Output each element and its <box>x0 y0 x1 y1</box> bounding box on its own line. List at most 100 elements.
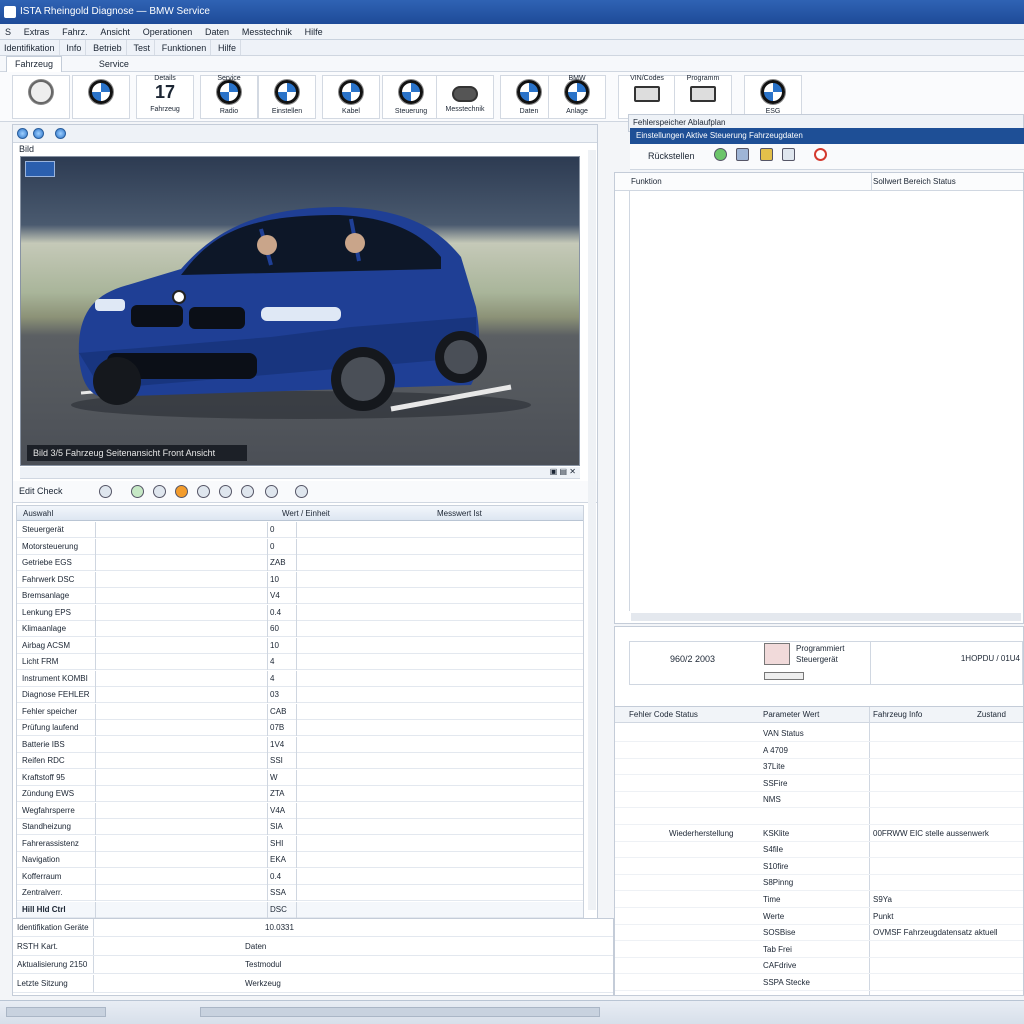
reset-label[interactable]: Rückstellen <box>648 151 695 161</box>
iconbar-button[interactable]: Details 17 Fahrzeug <box>136 75 194 119</box>
table-row[interactable]: Batterie IBS 1V4 <box>17 736 583 753</box>
table-row[interactable]: VAN Status <box>615 725 1023 742</box>
table-row[interactable]: Aktualisierung 2150 Testmodul <box>13 956 613 974</box>
table-row[interactable]: Kraftstoff 95 W <box>17 769 583 786</box>
table-row[interactable]: Reifen RDC SSI <box>17 753 583 769</box>
iconbar-button[interactable]: Kabel <box>322 75 380 119</box>
table-row[interactable]: S8Pinng <box>615 874 1023 892</box>
table-row[interactable]: Diagnose FEHLER 03 <box>17 687 583 703</box>
table-row[interactable]: Airbag ACSM 10 <box>17 637 583 654</box>
toolbar-item[interactable]: Info <box>62 40 87 55</box>
table-row[interactable]: Zündung EWS ZTA <box>17 786 583 802</box>
table-row[interactable]: Wiederherstellung KSKlite 00FRWW EIC stell… <box>615 825 1023 842</box>
shield-icon[interactable] <box>714 148 727 161</box>
table-row[interactable]: S4file <box>615 841 1023 859</box>
table-row[interactable]: Identifikation Geräte 10.0331 <box>13 919 613 937</box>
export-icon[interactable] <box>295 485 308 498</box>
menu-item[interactable]: Operationen <box>138 24 198 39</box>
iconbar-button[interactable]: ESG <box>744 75 802 119</box>
right-area-col1[interactable]: Funktion <box>631 173 662 191</box>
right-area-col2[interactable]: Sollwert Bereich Status <box>873 173 956 191</box>
table-row[interactable]: Navigation EKA <box>17 852 583 868</box>
table-row[interactable]: Klimaanlage 60 <box>17 621 583 637</box>
info-icon[interactable] <box>197 485 210 498</box>
document-icon[interactable] <box>764 643 790 665</box>
table-row[interactable]: RSTH Kart. Daten <box>13 937 613 956</box>
table-row[interactable]: Bremsanlage V4 <box>17 588 583 604</box>
table-row[interactable]: Getriebe EGS ZAB <box>17 555 583 571</box>
table-row[interactable]: Lenkung EPS 0.4 <box>17 604 583 621</box>
table-row[interactable]: Prüfung laufend 07B <box>17 720 583 736</box>
horizontal-scrollbar[interactable] <box>631 613 1021 621</box>
table-row[interactable]: Tab Frei <box>615 941 1023 958</box>
table-row[interactable]: Motorsteuerung 0 <box>17 538 583 555</box>
table-row[interactable]: SOSBise OVMSF Fahrzeugdatensatz aktuell <box>615 924 1023 942</box>
toolbar-item[interactable]: Funktionen <box>158 40 212 55</box>
table-row[interactable]: S10fire <box>615 858 1023 875</box>
tag-icon[interactable] <box>782 148 795 161</box>
refresh-small-icon[interactable] <box>219 485 232 498</box>
toolbar-item[interactable]: Test <box>129 40 155 55</box>
table-row[interactable]: Standheizung SIA <box>17 819 583 835</box>
grid-header-col3[interactable]: Messwert Ist <box>437 506 482 521</box>
settings-icon[interactable] <box>153 485 166 498</box>
toolbar-item[interactable]: Hilfe <box>214 40 242 55</box>
nav-forward-icon[interactable] <box>33 128 44 139</box>
toolbar-item[interactable]: Identifikation <box>0 40 60 55</box>
table-row[interactable]: Instrument KOMBI 4 <box>17 670 583 687</box>
iconbar-button[interactable]: Einstellen <box>258 75 316 119</box>
table-row[interactable] <box>615 808 1023 825</box>
menu-item[interactable]: Ansicht <box>95 24 135 39</box>
fault-col1[interactable]: Fehler Code Status <box>629 707 698 723</box>
table-row[interactable]: Fehler speicher CAB <box>17 703 583 720</box>
table-row-footer[interactable]: Hill Hld Ctrl DSC <box>17 901 583 918</box>
table-row[interactable]: Time S9Ya <box>615 891 1023 908</box>
menu-item[interactable]: Messtechnik <box>237 24 297 39</box>
menu-item[interactable]: S <box>0 24 16 39</box>
table-row[interactable]: Licht FRM 4 <box>17 654 583 670</box>
stop-icon[interactable] <box>814 148 827 161</box>
menu-item[interactable]: Fahrz. <box>57 24 93 39</box>
grid-header-col1[interactable]: Auswahl <box>23 506 53 521</box>
warning-icon[interactable] <box>175 485 188 498</box>
table-row[interactable]: Steuergerät 0 <box>17 522 583 538</box>
grid-header-col2[interactable]: Wert / Einheit <box>282 506 330 521</box>
menu-item[interactable]: Daten <box>200 24 234 39</box>
vertical-scrollbar[interactable] <box>588 150 596 910</box>
iconbar-button[interactable]: Programm <box>674 75 732 119</box>
fault-col3[interactable]: Fahrzeug Info <box>873 707 922 723</box>
table-row[interactable]: Werte Punkt <box>615 908 1023 925</box>
iconbar-button[interactable]: Steuerung <box>382 75 440 119</box>
photo-zoom-icon[interactable]: ▣ ▤ ✕ <box>550 467 576 476</box>
iconbar-button[interactable]: Messtechnik <box>436 75 494 119</box>
table-row[interactable]: Wegfahrsperre V4A <box>17 802 583 819</box>
table-row[interactable]: NMS <box>615 791 1023 809</box>
iconbar-button[interactable] <box>12 75 70 119</box>
refresh-icon[interactable] <box>55 128 66 139</box>
table-row[interactable]: Zentralverr. SSA <box>17 885 583 901</box>
grid-icon[interactable] <box>736 148 749 161</box>
table-row[interactable]: CAFdrive <box>615 957 1023 975</box>
menu-item[interactable]: Hilfe <box>300 24 328 39</box>
table-row[interactable]: 37Lite <box>615 758 1023 776</box>
status-scroll[interactable] <box>200 1007 600 1017</box>
chart-icon[interactable] <box>760 148 773 161</box>
iconbar-button[interactable]: BMW Anlage <box>548 75 606 119</box>
print-icon[interactable] <box>265 485 278 498</box>
tools-icon[interactable] <box>241 485 254 498</box>
iconbar-button[interactable] <box>72 75 130 119</box>
fault-col2[interactable]: Parameter Wert <box>763 707 819 723</box>
edit-check-label[interactable]: Edit Check <box>19 486 63 496</box>
service-label[interactable]: Service <box>99 56 129 72</box>
nav-back-icon[interactable] <box>17 128 28 139</box>
toolbar-item[interactable]: Betrieb <box>89 40 127 55</box>
fault-col4[interactable]: Zustand <box>977 707 1006 723</box>
table-row[interactable]: A 4709 <box>615 742 1023 759</box>
table-row[interactable]: Fahrwerk DSC 10 <box>17 571 583 588</box>
table-row[interactable]: Kofferraum 0.4 <box>17 868 583 885</box>
table-row[interactable]: Letzte Sitzung Werkzeug <box>13 974 613 993</box>
check-icon[interactable] <box>131 485 144 498</box>
tab-fahrzeug[interactable]: Fahrzeug <box>6 56 63 73</box>
table-row[interactable]: SSPA Stecke <box>615 974 1023 991</box>
iconbar-button[interactable]: Service Radio <box>200 75 258 119</box>
